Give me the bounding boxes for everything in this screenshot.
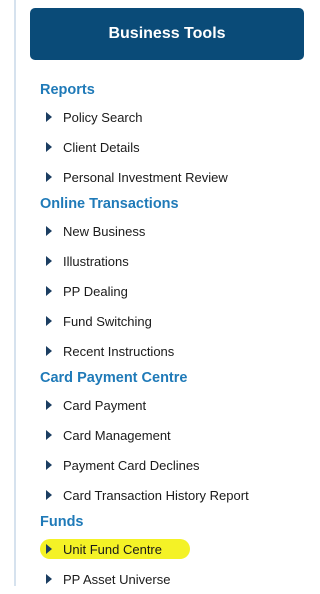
right-triangle-icon [46,286,52,296]
right-triangle-icon [46,256,52,266]
right-triangle-icon [46,316,52,326]
section-funds: Funds Unit Fund Centre PP Asset Universe [28,510,308,594]
section-reports: Reports Policy Search Client Details Per… [28,78,308,192]
right-triangle-icon [46,460,52,470]
left-border-line [14,0,16,586]
section-title-reports: Reports [40,82,95,98]
nav-item-card-payment[interactable]: Card Payment [28,390,308,420]
nav-item-card-management[interactable]: Card Management [28,420,308,450]
right-triangle-icon [46,346,52,356]
panel-header: Business Tools [30,8,304,60]
right-triangle-icon [46,544,52,554]
nav-item-new-business[interactable]: New Business [28,216,308,246]
nav-item-illustrations[interactable]: Illustrations [28,246,308,276]
nav-item-card-transaction-history-report[interactable]: Card Transaction History Report [28,480,308,510]
right-triangle-icon [46,226,52,236]
right-triangle-icon [46,400,52,410]
section-title-card-payment-centre: Card Payment Centre [40,370,188,386]
nav-item-policy-search[interactable]: Policy Search [28,102,308,132]
panel-title: Business Tools [108,25,226,42]
nav-item-fund-switching[interactable]: Fund Switching [28,306,308,336]
right-triangle-icon [46,112,52,122]
right-triangle-icon [46,574,52,584]
section-card-payment-centre: Card Payment Centre Card Payment Card Ma… [28,366,308,510]
right-triangle-icon [46,430,52,440]
nav-item-pp-asset-universe[interactable]: PP Asset Universe [28,564,308,594]
nav-item-recent-instructions[interactable]: Recent Instructions [28,336,308,366]
nav-item-payment-card-declines[interactable]: Payment Card Declines [28,450,308,480]
business-tools-nav: Reports Policy Search Client Details Per… [28,78,308,594]
nav-item-client-details[interactable]: Client Details [28,132,308,162]
right-triangle-icon [46,142,52,152]
section-online-transactions: Online Transactions New Business Illustr… [28,192,308,366]
section-title-funds: Funds [40,514,84,530]
right-triangle-icon [46,490,52,500]
nav-item-unit-fund-centre[interactable]: Unit Fund Centre [28,534,308,564]
nav-item-personal-investment-review[interactable]: Personal Investment Review [28,162,308,192]
section-title-online-transactions: Online Transactions [40,196,179,212]
right-triangle-icon [46,172,52,182]
business-tools-panel: Business Tools Reports Policy Search Cli… [28,0,308,587]
nav-item-pp-dealing[interactable]: PP Dealing [28,276,308,306]
